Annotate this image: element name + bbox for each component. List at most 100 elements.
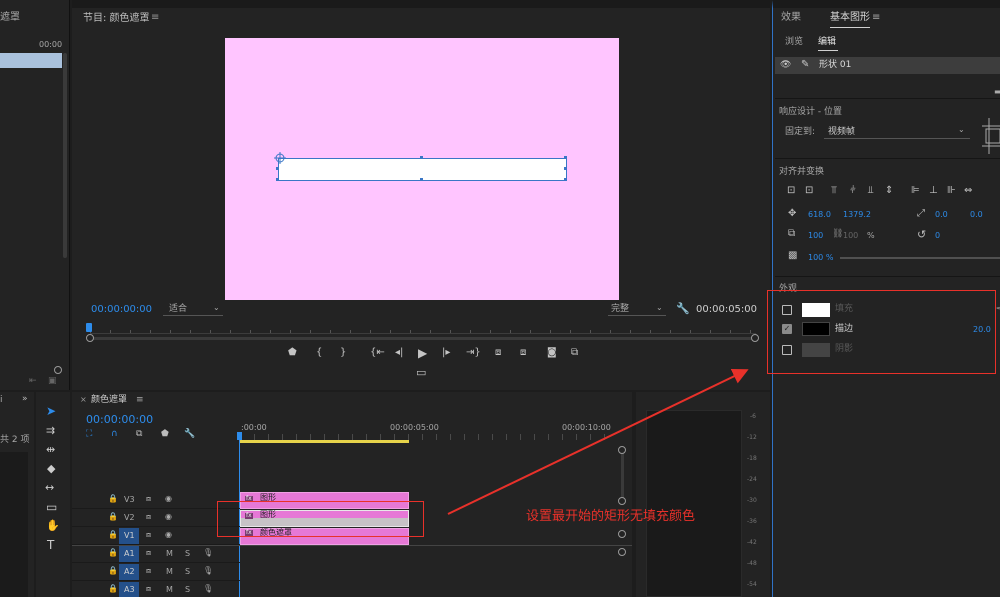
solo-button[interactable]: S — [185, 568, 190, 576]
lock-icon[interactable]: 🔒 — [108, 585, 118, 593]
microphone-icon[interactable]: 🎙 — [203, 585, 213, 593]
microphone-icon[interactable]: 🎙 — [203, 567, 213, 575]
sync-lock-icon[interactable]: ⧈ — [146, 495, 151, 503]
tab-essential-graphics[interactable]: 基本图形 — [830, 13, 870, 23]
slip-tool-icon[interactable]: ↔ — [45, 482, 54, 493]
mute-button[interactable]: M — [166, 568, 173, 576]
lift-icon[interactable]: ⧈ — [495, 348, 501, 358]
timeline-timecode[interactable]: 00:00:00:00 — [86, 414, 153, 425]
position-y-value[interactable]: 1379.2 — [843, 211, 871, 219]
safe-margins-icon[interactable]: ▭ — [416, 367, 426, 378]
align-right-icon[interactable]: ⊪ — [947, 186, 956, 196]
eye-icon[interactable]: ◉ — [165, 495, 172, 503]
distribute-vertical-icon[interactable]: ⇕ — [885, 186, 893, 196]
source-scrollbar[interactable] — [63, 53, 67, 258]
scroll-handle-left[interactable] — [86, 334, 94, 342]
export-frame-icon[interactable]: ◙ — [547, 348, 557, 358]
anchor-y-value[interactable]: 0.0 — [970, 211, 983, 219]
lock-icon[interactable]: 🔒 — [108, 549, 118, 557]
program-ruler[interactable] — [90, 324, 756, 334]
shape-handles[interactable] — [272, 152, 574, 188]
source-bar[interactable] — [0, 53, 62, 68]
scale-height-value[interactable]: 100 — [843, 232, 858, 240]
program-timecode[interactable]: 00:00:00:00 — [91, 305, 152, 315]
lock-icon[interactable]: 🔒 — [108, 495, 118, 503]
selection-tool-icon[interactable]: ➤ — [46, 405, 56, 417]
mark-out-icon[interactable]: } — [340, 348, 346, 358]
pin-to-select[interactable]: 视频帧 ⌄ — [824, 125, 970, 139]
playhead[interactable] — [86, 323, 92, 332]
track-select-tool-icon[interactable]: ⇉ — [46, 425, 55, 436]
source-slider-handle[interactable] — [54, 366, 62, 374]
scroll-handle[interactable] — [618, 530, 626, 538]
align-top-icon[interactable]: ⫪ — [831, 186, 837, 196]
sync-lock-icon[interactable]: ⧈ — [146, 513, 151, 521]
timeline-title[interactable]: 颜色遮罩 — [91, 396, 127, 405]
timeline-track-divider[interactable] — [72, 545, 632, 546]
go-to-in-icon[interactable]: {⇤ — [370, 348, 385, 358]
sync-lock-icon[interactable]: ⧈ — [146, 549, 151, 557]
align-middle-icon[interactable]: ⫩ — [850, 186, 856, 196]
linked-selection-icon[interactable]: ⧉ — [136, 430, 142, 439]
mark-in-icon[interactable]: { — [316, 348, 322, 358]
mute-button[interactable]: M — [166, 586, 173, 594]
scale-value[interactable]: 100 — [808, 232, 823, 240]
play-icon[interactable]: ▶ — [418, 347, 427, 359]
align-horizontal-center-icon[interactable]: ⊡ — [805, 186, 813, 196]
lock-icon[interactable]: 🔒 — [108, 531, 118, 539]
scroll-handle-right[interactable] — [751, 334, 759, 342]
work-area-bar[interactable] — [240, 440, 409, 443]
pin-edges-widget[interactable] — [978, 118, 1000, 154]
scroll-handle[interactable] — [618, 548, 626, 556]
opacity-slider[interactable] — [840, 257, 1000, 259]
subtab-browse[interactable]: 浏览 — [785, 38, 803, 47]
anchor-x-value[interactable]: 0.0 — [935, 211, 948, 219]
align-vertical-center-icon[interactable]: ⊡ — [787, 186, 795, 196]
close-icon[interactable]: × — [80, 396, 87, 404]
eye-icon[interactable]: ◉ — [165, 513, 172, 521]
ripple-edit-tool-icon[interactable]: ⇹ — [46, 444, 55, 455]
nest-icon[interactable]: ⛶ — [86, 430, 92, 439]
sync-lock-icon[interactable]: ⧈ — [146, 585, 151, 593]
source-camera-icon[interactable]: ▣ — [48, 377, 57, 386]
rectangle-tool-icon[interactable]: ▭ — [46, 501, 57, 513]
link-icon[interactable]: ⛓ — [832, 230, 843, 239]
quality-select[interactable]: 完整 ⌄ — [608, 303, 666, 316]
snap-icon[interactable]: ∩ — [111, 430, 118, 439]
align-center-icon[interactable]: ⊥ — [929, 186, 938, 196]
source-export-icon[interactable]: ⇤ — [29, 377, 37, 386]
solo-button[interactable]: S — [185, 586, 190, 594]
timeline-settings-icon[interactable]: 🔧 — [184, 430, 195, 439]
panel-menu-icon[interactable]: ≡ — [872, 13, 880, 23]
panel-expand-icon[interactable]: » — [22, 395, 28, 404]
position-x-value[interactable]: 618.0 — [808, 211, 831, 219]
zoom-scrollbar[interactable] — [90, 337, 756, 340]
layer-row[interactable]: 👁 ✎ 形状 01 — [775, 57, 1000, 74]
comparison-view-icon[interactable]: ⧉ — [571, 348, 578, 358]
go-to-out-icon[interactable]: ⇥} — [466, 348, 481, 358]
microphone-icon[interactable]: 🎙 — [203, 549, 213, 557]
hand-tool-icon[interactable]: ✋ — [46, 520, 60, 531]
add-marker-icon[interactable]: ⬟ — [161, 430, 169, 439]
playhead-handle[interactable] — [237, 432, 242, 440]
opacity-value[interactable]: 100 % — [808, 254, 833, 262]
eye-icon[interactable]: 👁 — [780, 61, 791, 70]
align-bottom-icon[interactable]: ⫫ — [868, 186, 874, 196]
solo-button[interactable]: S — [185, 550, 190, 558]
sync-lock-icon[interactable]: ⧈ — [146, 531, 151, 539]
add-marker-icon[interactable]: ⬟ — [288, 348, 297, 358]
mute-button[interactable]: M — [166, 550, 173, 558]
lock-icon[interactable]: 🔒 — [108, 567, 118, 575]
sync-lock-icon[interactable]: ⧈ — [146, 567, 151, 575]
tab-effects[interactable]: 效果 — [781, 13, 801, 23]
layer-menu-icon[interactable]: ▬ — [994, 88, 1000, 96]
align-left-icon[interactable]: ⊫ — [911, 186, 920, 196]
eyedropper-icon[interactable]: ✒ — [996, 305, 1000, 313]
fit-select[interactable]: 适合 ⌄ — [163, 303, 223, 316]
razor-tool-icon[interactable]: ◆ — [47, 463, 55, 474]
project-list-area[interactable] — [0, 452, 28, 597]
distribute-horizontal-icon[interactable]: ⇔ — [964, 186, 972, 196]
project-tab-fragment[interactable]: i — [0, 396, 3, 405]
eye-icon[interactable]: ◉ — [165, 531, 172, 539]
lock-icon[interactable]: 🔒 — [108, 513, 118, 521]
